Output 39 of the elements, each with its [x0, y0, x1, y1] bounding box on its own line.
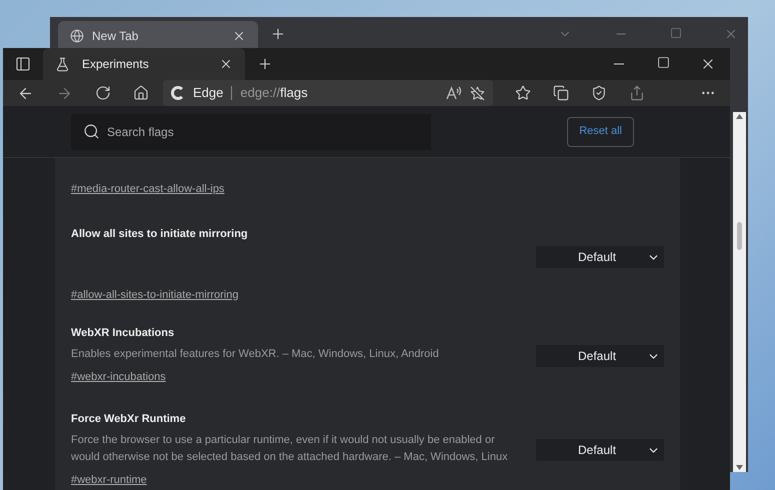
- collections-icon[interactable]: [553, 85, 569, 101]
- search-icon: [83, 122, 100, 140]
- browser-tab[interactable]: Experiments: [43, 48, 245, 80]
- scrollbar[interactable]: [733, 112, 746, 472]
- flag-link[interactable]: #allow-all-sites-to-initiate-mirroring: [71, 286, 536, 303]
- flag-link[interactable]: #media-router-cast-allow-all-ips: [71, 183, 224, 195]
- browser-tab[interactable]: New Tab: [58, 21, 258, 50]
- site-label: Edge: [193, 84, 224, 102]
- flag-title: Force WebXr Runtime: [71, 412, 187, 427]
- flag-link[interactable]: #webxr-incubations: [71, 368, 536, 385]
- scroll-up-icon[interactable]: [736, 114, 743, 119]
- flag-dropdown[interactable]: Default: [536, 345, 664, 367]
- read-aloud-icon[interactable]: [446, 86, 462, 100]
- flag-dropdown[interactable]: Default: [536, 439, 664, 461]
- flag-title: Allow all sites to initiate mirroring: [71, 227, 249, 242]
- flag-link[interactable]: #webxr-runtime: [71, 472, 536, 488]
- shield-icon[interactable]: [591, 85, 607, 101]
- share-icon[interactable]: [629, 85, 645, 101]
- new-tab-icon[interactable]: [257, 56, 273, 72]
- scroll-down-icon[interactable]: [736, 465, 743, 470]
- flag-description: Enables experimental features for WebXR. – Mac, Windows, Linux, Android: [71, 346, 440, 362]
- search-field[interactable]: Search flags: [71, 114, 431, 150]
- address-bar[interactable]: Edge edge://flags: [163, 80, 493, 106]
- tab-title: New Tab: [92, 28, 140, 44]
- scrollbar-thumb[interactable]: [737, 222, 742, 250]
- close-icon[interactable]: [219, 57, 233, 71]
- flag-dropdown[interactable]: Default: [536, 246, 664, 268]
- flag-description: Force the browser to use a particular runtime, even if it would not usually be enabled or would otherwise not be selected based on the attached hardware. – Mac, Windows, Linux: [71, 432, 509, 464]
- flask-icon: [55, 56, 70, 72]
- refresh-icon[interactable]: [95, 85, 111, 101]
- globe-icon: [70, 28, 84, 42]
- reset-all-button[interactable]: Reset all: [567, 116, 634, 146]
- favorite-icon[interactable]: [470, 86, 485, 100]
- flag-title: WebXR Incubations: [71, 326, 176, 341]
- home-icon[interactable]: [133, 85, 149, 101]
- sidebar-icon[interactable]: [15, 56, 31, 72]
- tab-title: Experiments: [82, 56, 150, 73]
- favorites-icon[interactable]: [515, 85, 531, 101]
- url-text: edge://flags: [240, 84, 309, 102]
